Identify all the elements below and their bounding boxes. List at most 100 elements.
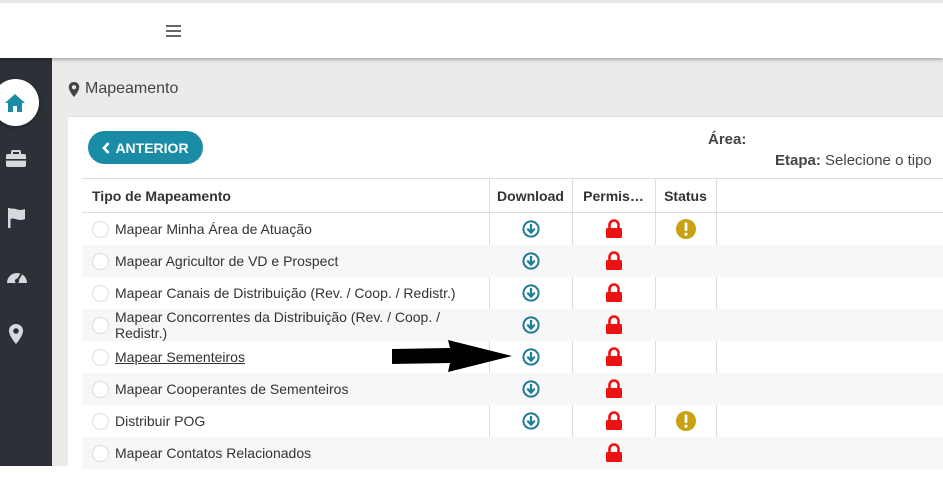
row-name: Mapear Minha Área de Atuação: [115, 221, 312, 237]
row-name: Mapear Contatos Relacionados: [115, 445, 312, 461]
row-name-cell: Mapear Minha Área de Atuação: [82, 213, 489, 245]
lock-icon: [605, 379, 622, 398]
row-filler: [716, 245, 943, 277]
download-icon[interactable]: [521, 316, 540, 334]
map-marker-icon: [9, 324, 23, 344]
row-radio[interactable]: [92, 220, 109, 238]
row-name: Mapear Agricultor de VD e Prospect: [115, 253, 339, 269]
row-name: Mapear Sementeiros: [115, 349, 245, 365]
download-cell: [489, 245, 572, 277]
sidebar-item-briefcase[interactable]: [0, 140, 52, 180]
annotation-arrow: [392, 340, 512, 372]
status-cell: [655, 309, 716, 341]
lock-icon: [605, 315, 622, 334]
row-radio[interactable]: [92, 284, 109, 302]
permission-cell: [572, 309, 655, 341]
chevron-left-icon: [102, 141, 110, 154]
dashboard-gauge-icon: [7, 272, 27, 284]
row-filler: [716, 437, 943, 469]
row-name-cell: Mapear Contatos Relacionados: [82, 437, 489, 469]
breadcrumb: Mapeamento: [68, 80, 178, 98]
row-filler: [716, 341, 943, 373]
lock-icon: [605, 347, 622, 366]
row-name: Distribuir POG: [115, 413, 206, 429]
permission-cell: [572, 437, 655, 469]
status-cell: [655, 437, 716, 469]
sidebar-item-dashboard[interactable]: [0, 256, 52, 296]
row-filler: [716, 277, 943, 309]
mapping-table: Tipo de Mapeamento Download Permis… Stat…: [82, 178, 943, 469]
column-header-tipo[interactable]: Tipo de Mapeamento: [82, 179, 489, 212]
status-cell: [655, 277, 716, 309]
row-name-cell: Mapear Cooperantes de Sementeiros: [82, 373, 489, 405]
table-row[interactable]: Mapear Canais de Distribuição (Rev. / Co…: [82, 277, 943, 309]
row-name: Mapear Canais de Distribuição (Rev. / Co…: [115, 285, 456, 301]
row-filler: [716, 213, 943, 245]
table-row[interactable]: Distribuir POG: [82, 405, 943, 437]
download-cell: [489, 437, 572, 469]
warning-icon: [675, 219, 696, 239]
download-icon[interactable]: [521, 284, 540, 302]
column-header-permissao[interactable]: Permis…: [572, 179, 655, 212]
sidebar-item-flag[interactable]: [0, 198, 52, 238]
row-filler: [716, 309, 943, 341]
download-cell: [489, 405, 572, 437]
column-header-status[interactable]: Status: [655, 179, 716, 212]
sidebar-item-location[interactable]: [0, 314, 52, 354]
permission-cell: [572, 277, 655, 309]
row-radio[interactable]: [92, 316, 109, 334]
lock-icon: [605, 283, 622, 302]
row-name: Mapear Cooperantes de Sementeiros: [115, 381, 349, 397]
flag-icon: [8, 208, 25, 228]
download-cell: [489, 213, 572, 245]
download-icon[interactable]: [521, 220, 540, 238]
etapa-value[interactable]: Selecione o tipo: [825, 152, 932, 169]
area-label: Área:: [708, 131, 747, 148]
sidebar-item-home[interactable]: [0, 79, 39, 126]
table-header-row: Tipo de Mapeamento Download Permis… Stat…: [82, 179, 943, 213]
row-radio[interactable]: [92, 412, 109, 430]
warning-icon: [675, 411, 696, 431]
lock-icon: [605, 251, 622, 270]
map-marker-icon: [68, 81, 80, 97]
row-radio[interactable]: [92, 348, 109, 366]
page-title: Mapeamento: [85, 80, 179, 97]
sidebar: [0, 58, 52, 466]
status-cell: [655, 341, 716, 373]
back-button-label: ANTERIOR: [115, 139, 189, 156]
row-radio[interactable]: [92, 380, 109, 398]
permission-cell: [572, 405, 655, 437]
row-radio[interactable]: [92, 252, 109, 270]
download-cell: [489, 373, 572, 405]
download-icon[interactable]: [521, 348, 540, 366]
status-cell: [655, 213, 716, 245]
status-cell: [655, 373, 716, 405]
status-cell: [655, 405, 716, 437]
download-icon[interactable]: [521, 380, 540, 398]
row-name-cell: Mapear Canais de Distribuição (Rev. / Co…: [82, 277, 489, 309]
etapa-label: Etapa:: [775, 152, 821, 169]
download-icon[interactable]: [521, 412, 540, 430]
top-bar: [0, 0, 943, 58]
hamburger-icon[interactable]: [166, 25, 181, 37]
row-filler: [716, 405, 943, 437]
table-row[interactable]: Mapear Contatos Relacionados: [82, 437, 943, 469]
permission-cell: [572, 341, 655, 373]
lock-icon: [605, 219, 622, 238]
etapa-field: Etapa: Selecione o tipo: [775, 152, 932, 169]
column-header-download[interactable]: Download: [489, 179, 572, 212]
download-cell: [489, 277, 572, 309]
permission-cell: [572, 373, 655, 405]
briefcase-icon: [6, 150, 26, 167]
row-name-cell: Distribuir POG: [82, 405, 489, 437]
back-button[interactable]: ANTERIOR: [88, 131, 203, 164]
download-icon[interactable]: [521, 252, 540, 270]
lock-icon: [605, 411, 622, 430]
table-row[interactable]: Mapear Minha Área de Atuação: [82, 213, 943, 245]
status-cell: [655, 245, 716, 277]
home-icon: [5, 94, 25, 112]
table-row[interactable]: Mapear Cooperantes de Sementeiros: [82, 373, 943, 405]
row-filler: [716, 373, 943, 405]
row-radio[interactable]: [92, 444, 109, 462]
table-row[interactable]: Mapear Agricultor de VD e Prospect: [82, 245, 943, 277]
